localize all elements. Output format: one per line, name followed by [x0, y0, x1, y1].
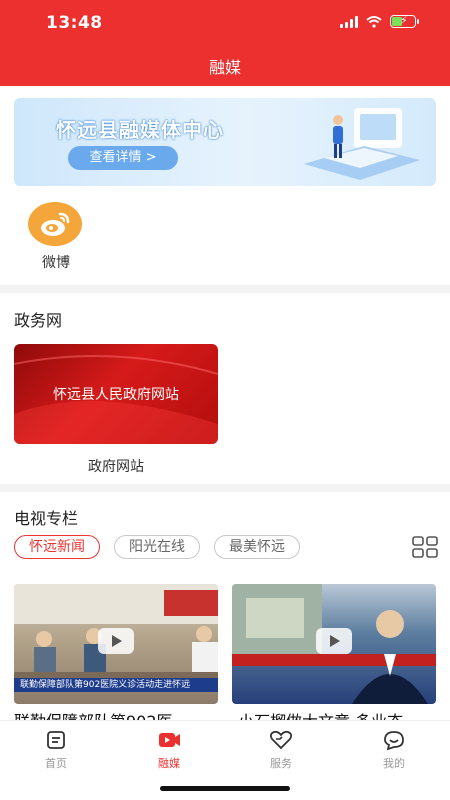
weibo-icon	[28, 202, 82, 246]
app-screen: 13:48 ⚡ 融媒 怀远县融媒体中心 查看详情 > 微博 政务网 怀远县人民政…	[0, 0, 450, 800]
nav-home-label: 首页	[45, 757, 67, 770]
signal-icon	[340, 15, 358, 28]
video-caption-bar: 联勤保障部队第902医院义诊活动走进怀远	[14, 678, 218, 692]
weibo-shortcut[interactable]: 微博	[28, 202, 84, 272]
media-center-banner[interactable]: 怀远县融媒体中心 查看详情 >	[14, 98, 436, 186]
nav-home[interactable]: 首页	[26, 729, 86, 771]
tab-huaiyuan-news[interactable]: 怀远新闻	[14, 535, 100, 559]
home-indicator	[160, 786, 290, 791]
tv-section-title: 电视专栏	[14, 509, 79, 528]
video-thumbnail[interactable]	[232, 584, 436, 704]
nav-media-label: 融媒	[158, 757, 180, 770]
tab-sunshine-online[interactable]: 阳光在线	[114, 535, 200, 559]
play-button-icon	[316, 628, 352, 654]
status-time: 13:48	[46, 13, 103, 33]
section-divider	[0, 484, 450, 492]
video-icon	[159, 733, 180, 747]
grid-view-icon[interactable]	[412, 536, 438, 558]
wifi-icon	[366, 15, 382, 28]
nav-service-label: 服务	[270, 757, 292, 770]
nav-mine[interactable]: 我的	[364, 729, 424, 771]
video-thumbnail[interactable]: 联勤保障部队第902医院义诊活动走进怀远	[14, 584, 218, 704]
banner-illustration	[304, 108, 420, 180]
battery-icon: ⚡	[390, 14, 419, 28]
nav-service[interactable]: 服务	[251, 729, 311, 771]
app-header: 13:48 ⚡ 融媒	[0, 0, 450, 86]
weibo-label: 微博	[42, 255, 70, 271]
banner-title: 怀远县融媒体中心	[56, 118, 224, 142]
gov-card-text: 怀远县人民政府网站	[53, 387, 179, 403]
nav-mine-label: 我的	[383, 757, 405, 770]
play-button-icon	[98, 628, 134, 654]
home-icon	[47, 731, 65, 749]
banner-details-button[interactable]: 查看详情 >	[68, 146, 178, 170]
gov-website-card[interactable]: 怀远县人民政府网站	[14, 344, 218, 444]
chat-face-icon	[384, 731, 404, 751]
status-icons: ⚡	[340, 14, 419, 28]
tv-tabs: 怀远新闻 阳光在线 最美怀远	[14, 535, 300, 559]
page-title: 融媒	[208, 58, 241, 77]
nav-media[interactable]: 融媒	[139, 729, 199, 771]
gov-section-title: 政务网	[14, 311, 63, 330]
section-divider	[0, 285, 450, 293]
heart-icon	[269, 730, 293, 750]
gov-website-label: 政府网站	[88, 459, 144, 475]
tab-beautiful-huaiyuan[interactable]: 最美怀远	[214, 535, 300, 559]
